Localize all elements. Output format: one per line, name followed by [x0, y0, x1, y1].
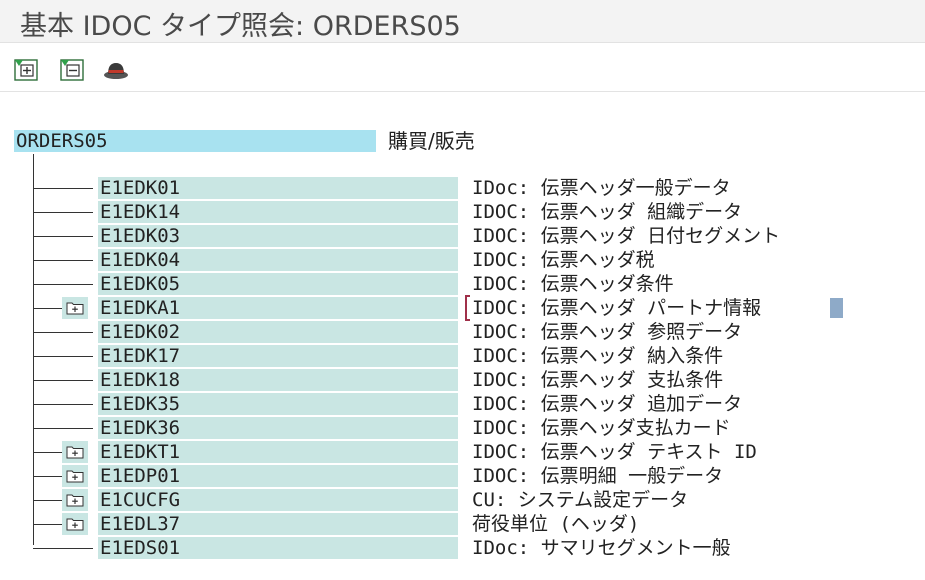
segment-name[interactable]: E1EDK03: [98, 225, 458, 247]
tree-connector-horizontal: [33, 332, 93, 333]
segment-description: CU: システム設定データ: [472, 489, 689, 511]
tree-row: E1EDK01 IDoc: 伝票ヘッダ一般データ: [0, 177, 925, 201]
segment-name[interactable]: E1EDK17: [98, 345, 458, 367]
tree-connector-horizontal: [33, 356, 93, 357]
segment-description: IDOC: 伝票ヘッダ 参照データ: [472, 321, 743, 343]
segment-description: IDOC: 伝票ヘッダ 組織データ: [472, 201, 743, 223]
hat-button[interactable]: [102, 55, 130, 83]
expand-node-button[interactable]: [62, 465, 88, 487]
segment-description: IDOC: 伝票ヘッダ テキスト ID: [472, 441, 757, 463]
segment-name[interactable]: E1EDK18: [98, 369, 458, 391]
window-title: 基本 IDOC タイプ照会: ORDERS05: [20, 11, 461, 42]
segment-description: IDOC: 伝票ヘッダ パートナ情報: [472, 297, 762, 319]
folder-plus-icon: [66, 494, 84, 507]
tree-root-description: 購買/販売: [388, 129, 475, 153]
segment-name[interactable]: E1EDL37: [98, 513, 458, 535]
tree-row: E1EDK14 IDOC: 伝票ヘッダ 組織データ: [0, 201, 925, 225]
tree-connector-horizontal: [33, 524, 63, 525]
tree-connector-horizontal: [33, 188, 93, 189]
segment-description: IDOC: 伝票ヘッダ支払カード: [472, 417, 731, 439]
tree-row: E1EDK35 IDOC: 伝票ヘッダ 追加データ: [0, 393, 925, 417]
text-cursor: [830, 298, 843, 318]
toolbar: [0, 43, 925, 92]
tree-row: E1EDS01 IDoc: サマリセグメント一般: [0, 537, 925, 561]
segment-name[interactable]: E1EDS01: [98, 537, 458, 559]
tree-row: E1EDL37 荷役単位 (ヘッダ): [0, 513, 925, 537]
tree-row: E1EDP01 IDOC: 伝票明細 一般データ: [0, 465, 925, 489]
segment-description: IDoc: 伝票ヘッダ一般データ: [472, 177, 731, 199]
segment-description: IDOC: 伝票明細 一般データ: [472, 465, 724, 487]
tree-connector-horizontal: [33, 308, 63, 309]
segment-description: IDoc: サマリセグメント一般: [472, 537, 731, 559]
tree-connector-horizontal: [33, 236, 93, 237]
tree-row: E1EDK18 IDOC: 伝票ヘッダ 支払条件: [0, 369, 925, 393]
expand-all-button[interactable]: [12, 55, 40, 83]
segment-description: IDOC: 伝票ヘッダ 支払条件: [472, 369, 724, 391]
tree-connector-horizontal: [33, 260, 93, 261]
expand-all-icon: [14, 59, 38, 81]
segment-name[interactable]: E1EDK04: [98, 249, 458, 271]
hat-icon: [104, 63, 128, 79]
tree-connector-horizontal: [33, 380, 93, 381]
tree-connector-horizontal: [33, 500, 63, 501]
segment-description: IDOC: 伝票ヘッダ 日付セグメント: [472, 225, 781, 247]
tree-connector-horizontal: [33, 284, 93, 285]
tree-connector-horizontal: [33, 476, 63, 477]
segment-name[interactable]: E1EDK35: [98, 393, 458, 415]
segment-name[interactable]: E1EDK02: [98, 321, 458, 343]
segment-name[interactable]: E1EDK01: [98, 177, 458, 199]
tree-connector-horizontal: [33, 452, 63, 453]
segment-name[interactable]: E1EDK14: [98, 201, 458, 223]
expand-node-button[interactable]: [62, 513, 88, 535]
expand-node-button[interactable]: [62, 489, 88, 511]
tree-row: E1EDK03 IDOC: 伝票ヘッダ 日付セグメント: [0, 225, 925, 249]
collapse-all-button[interactable]: [58, 55, 86, 83]
expand-node-button[interactable]: [62, 441, 88, 463]
tree-connector-horizontal: [33, 428, 93, 429]
tree-row: E1EDKA1 IDOC: 伝票ヘッダ パートナ情報: [0, 295, 925, 321]
segment-name[interactable]: E1EDK05: [98, 273, 458, 295]
tree-row: E1CUCFG CU: システム設定データ: [0, 489, 925, 513]
tree-row: E1EDK36 IDOC: 伝票ヘッダ支払カード: [0, 417, 925, 441]
collapse-all-icon: [60, 59, 84, 81]
segment-description: IDOC: 伝票ヘッダ条件: [472, 273, 674, 295]
segment-name[interactable]: E1EDKT1: [98, 441, 458, 463]
title-bar: 基本 IDOC タイプ照会: ORDERS05: [0, 0, 925, 43]
tree-row: E1EDK04 IDOC: 伝票ヘッダ税: [0, 249, 925, 273]
expand-node-button[interactable]: [62, 297, 88, 319]
segment-description: IDOC: 伝票ヘッダ税: [472, 249, 655, 271]
tree-root-name[interactable]: ORDERS05: [14, 130, 376, 152]
tree-row: E1EDK02 IDOC: 伝票ヘッダ 参照データ: [0, 321, 925, 345]
tree-connector-horizontal: [33, 548, 93, 549]
folder-plus-icon: [66, 518, 84, 531]
tree-connector-horizontal: [33, 404, 93, 405]
selection-bracket: [465, 295, 470, 321]
tree-row: E1EDKT1 IDOC: 伝票ヘッダ テキスト ID: [0, 441, 925, 465]
folder-plus-icon: [66, 302, 84, 315]
segment-name[interactable]: E1EDKA1: [98, 297, 458, 319]
folder-plus-icon: [66, 470, 84, 483]
tree-connector-horizontal: [33, 212, 93, 213]
segment-name[interactable]: E1CUCFG: [98, 489, 458, 511]
segment-description: 荷役単位 (ヘッダ): [472, 513, 640, 535]
segment-name[interactable]: E1EDP01: [98, 465, 458, 487]
segment-description: IDOC: 伝票ヘッダ 納入条件: [472, 345, 724, 367]
tree-row: E1EDK17 IDOC: 伝票ヘッダ 納入条件: [0, 345, 925, 369]
segment-description: IDOC: 伝票ヘッダ 追加データ: [472, 393, 743, 415]
tree-row: E1EDK05 IDOC: 伝票ヘッダ条件: [0, 273, 925, 297]
segment-name[interactable]: E1EDK36: [98, 417, 458, 439]
folder-plus-icon: [66, 446, 84, 459]
